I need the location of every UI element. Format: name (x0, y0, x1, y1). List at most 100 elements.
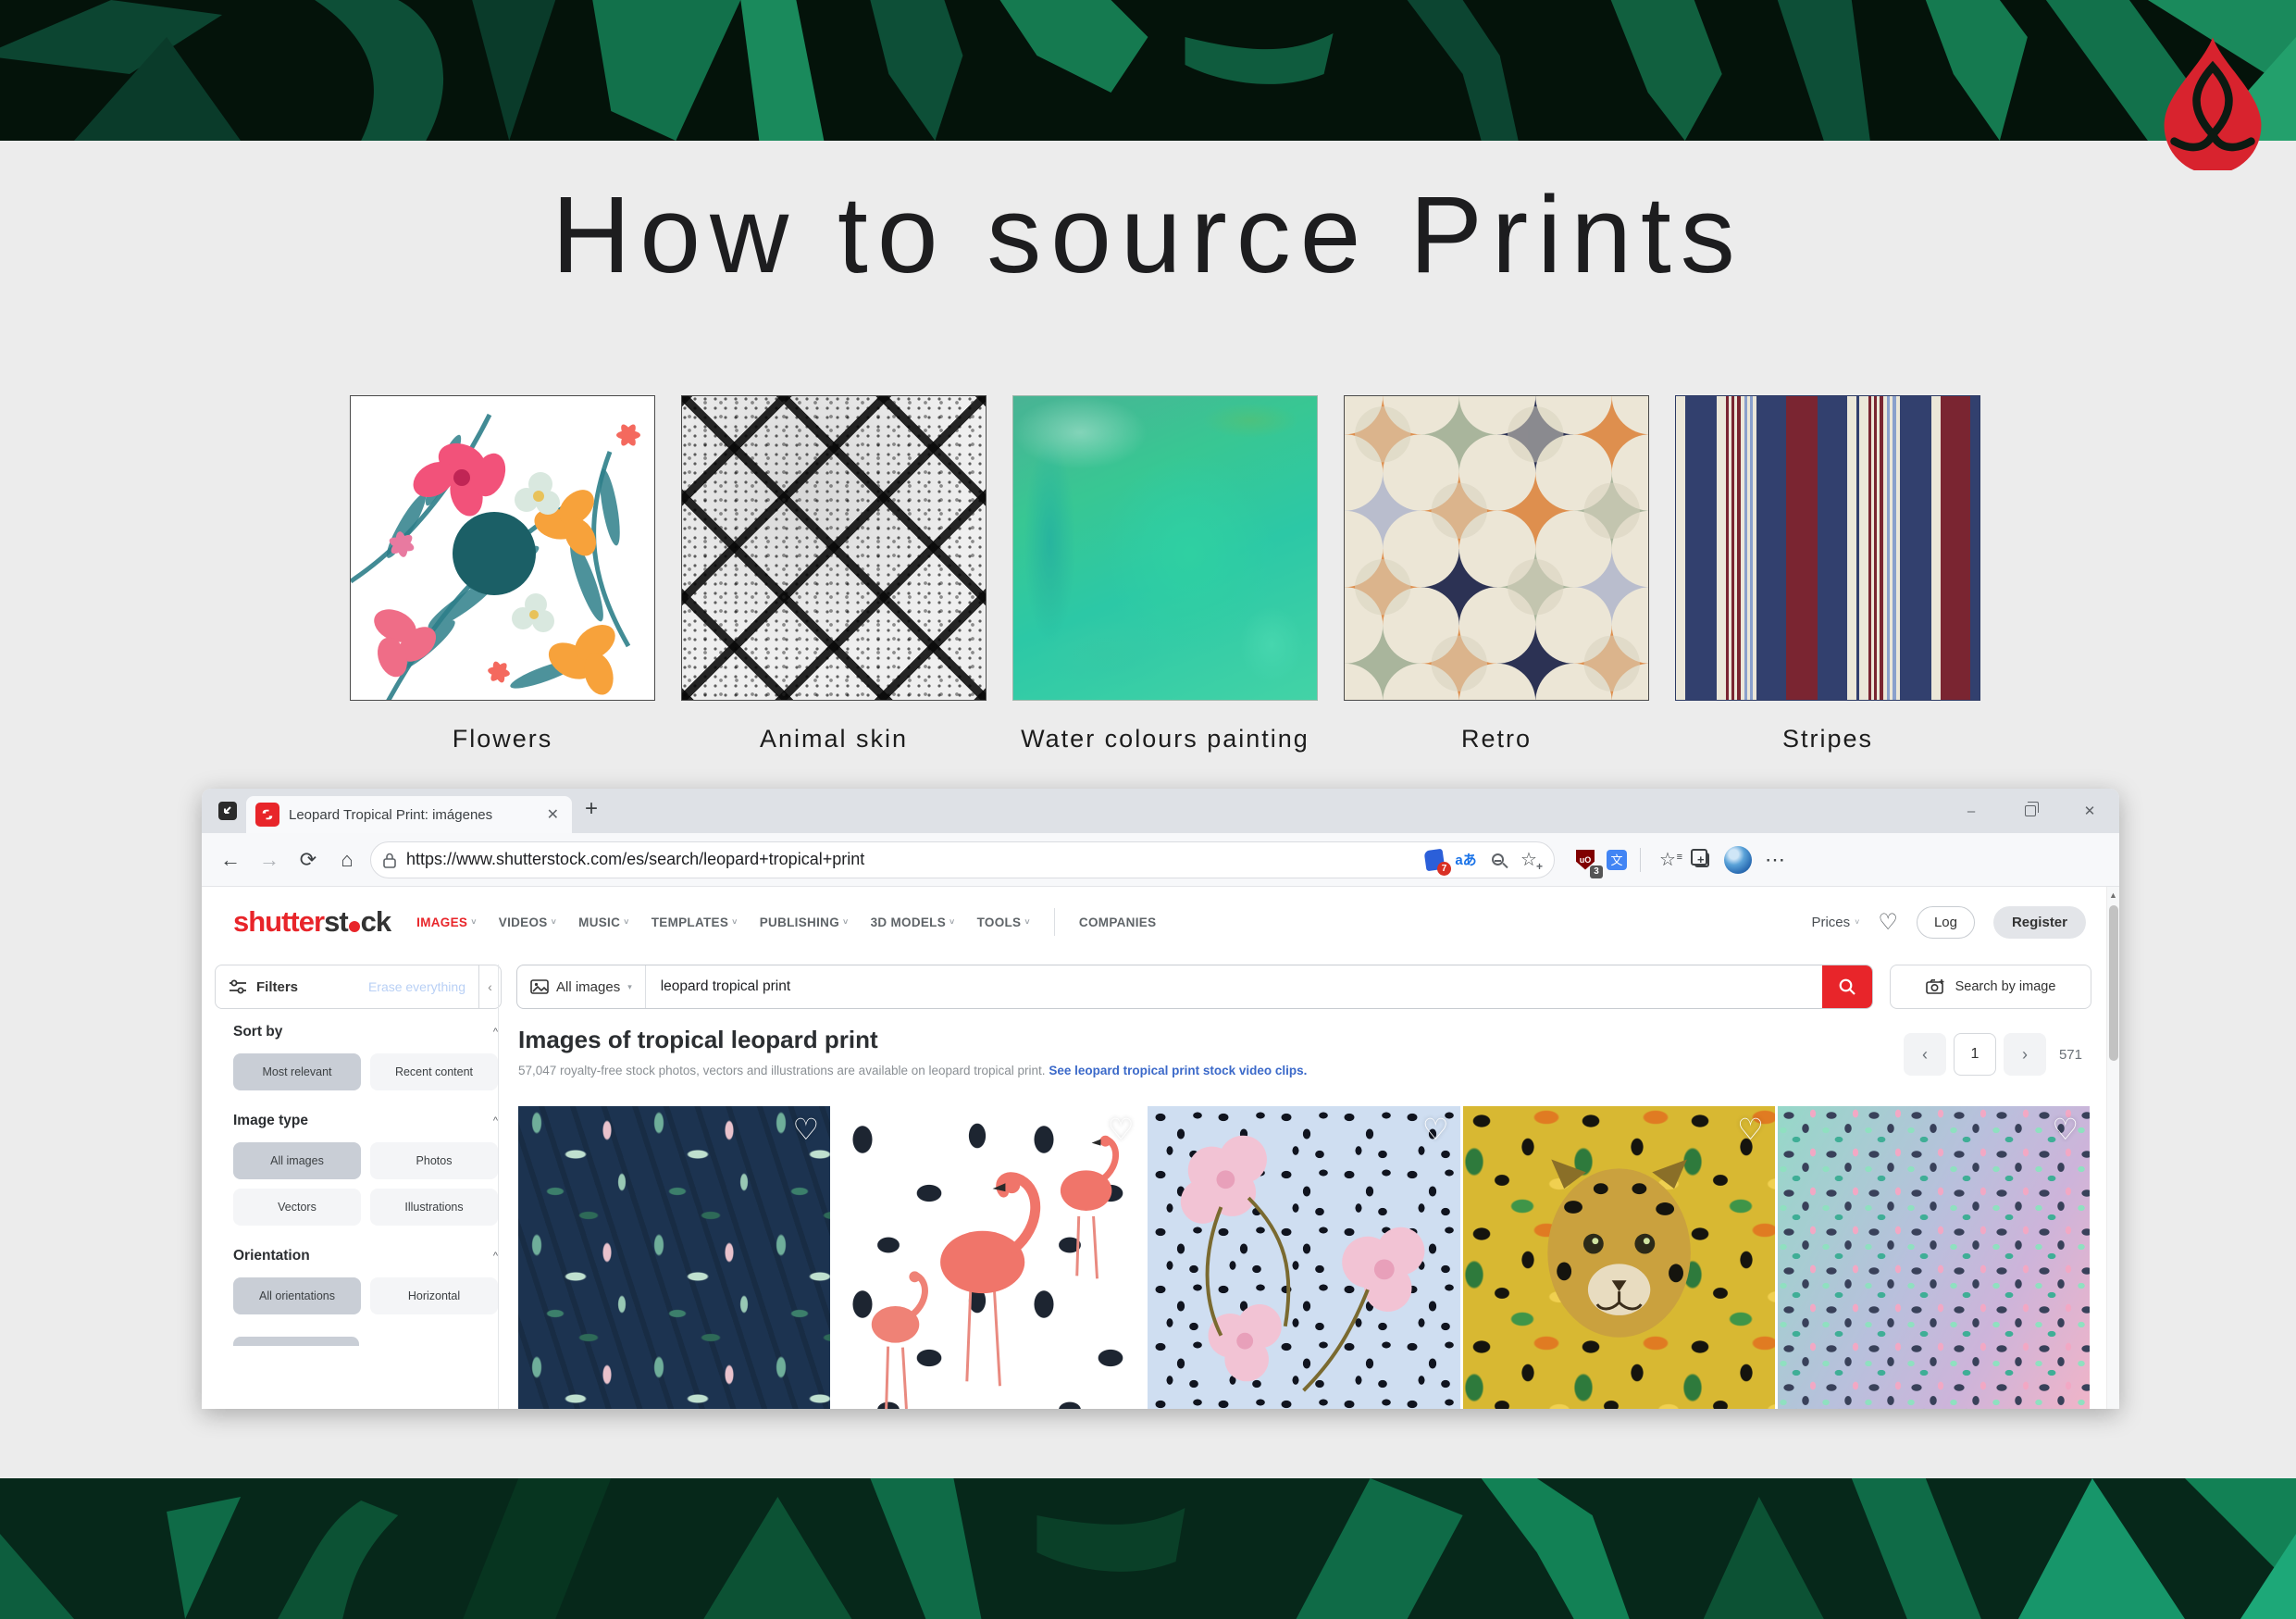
address-bar[interactable]: https://www.shutterstock.com/es/search/l… (370, 841, 1555, 878)
favorite-heart-icon[interactable]: ♡ (2052, 1112, 2079, 1147)
close-window-button[interactable]: ✕ (2060, 789, 2119, 833)
favorite-heart-icon[interactable]: ♡ (793, 1112, 820, 1147)
filters-panel[interactable]: Filters Erase everything (215, 965, 479, 1009)
result-image-tropical-leopard-dark[interactable]: ♡ (518, 1106, 830, 1409)
result-image-pastel-leopard[interactable]: ♡ (1778, 1106, 2090, 1409)
prices-label: Prices (1811, 915, 1850, 930)
nav-music[interactable]: MUSIC ˅ (578, 915, 629, 929)
image-type-title: Image type (233, 1113, 308, 1129)
nav-publishing-label: PUBLISHING (760, 915, 839, 929)
search-button[interactable] (1822, 965, 1872, 1008)
nav-companies[interactable]: COMPANIES (1079, 915, 1156, 929)
register-button[interactable]: Register (1993, 906, 2086, 939)
shutterstock-logo[interactable]: shutterstck (233, 905, 391, 939)
chevron-down-icon: ˅ (949, 917, 955, 927)
erase-everything-button[interactable]: Erase everything (368, 979, 465, 994)
search-by-image-button[interactable]: Search by image (1890, 965, 2091, 1009)
logo-red-part: shutter (233, 905, 324, 939)
video-clips-link[interactable]: See leopard tropical print stock video c… (1049, 1064, 1307, 1077)
watercolour-print-image (1012, 395, 1318, 701)
favorite-heart-icon[interactable]: ♡ (1108, 1112, 1135, 1147)
section-title[interactable]: Image type^ (233, 1113, 498, 1129)
sidebar-section-sort-by: Sort by^ Most relevant Recent content (233, 1024, 498, 1090)
nav-music-label: MUSIC (578, 915, 620, 929)
back-button[interactable]: ← (215, 844, 246, 876)
result-image-jaguar-face[interactable]: ♡ (1463, 1106, 1775, 1409)
browser-menu-button[interactable]: ⋯ (1765, 848, 1786, 872)
nav-videos[interactable]: VIDEOS˅ (499, 915, 556, 929)
minimize-button[interactable]: – (1942, 789, 2001, 833)
search-input[interactable]: leopard tropical print (646, 978, 1822, 995)
login-button[interactable]: Log (1917, 906, 1975, 939)
forward-button[interactable]: → (254, 844, 285, 876)
nav-images[interactable]: IMAGES˅ (416, 915, 477, 929)
page-scrollbar[interactable]: ▲ (2106, 887, 2119, 1409)
search-by-image-label: Search by image (1955, 979, 2056, 994)
search-category-dropdown[interactable]: All images ▾ (517, 965, 646, 1008)
result-image-floral-leopard[interactable]: ♡ (1148, 1106, 1459, 1409)
google-translate-icon: 文 (1607, 850, 1627, 870)
filter-all-images[interactable]: All images (233, 1142, 361, 1179)
nav-publishing[interactable]: PUBLISHING ˅ (760, 915, 849, 929)
filter-illustrations[interactable]: Illustrations (370, 1189, 498, 1226)
sidebar-divider (498, 965, 499, 1409)
filter-most-relevant[interactable]: Most relevant (233, 1053, 361, 1090)
scroll-up-arrow[interactable]: ▲ (2107, 887, 2119, 903)
browser-tab[interactable]: Leopard Tropical Print: imágenes ✕ (246, 796, 572, 833)
camera-plus-icon (1926, 978, 1946, 995)
chevron-down-icon: ˅ (843, 917, 849, 927)
header-right: Prices˅ ♡ Log Register (1811, 906, 2086, 939)
results-heading: Images of tropical leopard print (518, 1026, 1879, 1054)
collections-button[interactable]: + (1685, 846, 1713, 874)
current-page-input[interactable]: 1 (1954, 1033, 1996, 1076)
nav-templates-label: TEMPLATES (652, 915, 728, 929)
sample-label-flowers: Flowers (350, 725, 655, 753)
chevron-down-icon: ˅ (624, 917, 629, 927)
prev-page-button[interactable]: ‹ (1904, 1033, 1946, 1076)
results-count-text: 57,047 royalty-free stock photos, vector… (518, 1064, 1046, 1077)
tab-title: Leopard Tropical Print: imágenes (289, 807, 543, 823)
nav-tools[interactable]: TOOLS˅ (977, 915, 1030, 929)
profile-avatar[interactable] (1724, 846, 1752, 874)
nav-3d-models[interactable]: 3D MODELS˅ (871, 915, 955, 929)
favorites-lines-icon: ≡ (1677, 852, 1682, 863)
tab-close-icon[interactable]: ✕ (543, 805, 563, 824)
likes-heart-icon[interactable]: ♡ (1878, 909, 1898, 936)
new-tab-button[interactable]: + (585, 796, 598, 822)
add-favorite-button[interactable]: ☆ + (1515, 846, 1543, 874)
shutterstock-nav: IMAGES˅ VIDEOS˅ MUSIC˅ TEMPLATES˅ PUBLIS… (416, 908, 1156, 936)
nav-templates[interactable]: TEMPLATES˅ (652, 915, 738, 929)
google-translate-button[interactable]: 文 (1603, 846, 1631, 874)
translate-icon: aあ (1455, 850, 1476, 869)
favorites-button[interactable]: ☆ ≡ (1654, 846, 1682, 874)
section-title[interactable]: Orientation^ (233, 1248, 498, 1264)
next-page-button[interactable]: › (2004, 1033, 2046, 1076)
result-image-flamingos[interactable]: ♡ (833, 1106, 1145, 1409)
extension-badge: 7 (1437, 862, 1451, 876)
password-extension-button[interactable]: 7 (1421, 846, 1448, 874)
tab-actions-button[interactable] (213, 796, 242, 826)
section-title[interactable]: Sort by^ (233, 1024, 498, 1040)
filter-all-orientations[interactable]: All orientations (233, 1277, 361, 1314)
prices-dropdown[interactable]: Prices˅ (1811, 915, 1859, 930)
collections-icon: + (1694, 853, 1709, 867)
translate-button[interactable]: aあ (1452, 846, 1480, 874)
filter-recent-content[interactable]: Recent content (370, 1053, 498, 1090)
ublock-button[interactable]: uO 3 (1571, 846, 1599, 874)
restore-button[interactable] (2001, 789, 2060, 833)
retro-pattern (1345, 396, 1649, 701)
search-bar[interactable]: All images ▾ leopard tropical print (516, 965, 1873, 1009)
flowers-pattern (351, 396, 655, 701)
refresh-button[interactable]: ⟳ (292, 844, 324, 876)
sample-watercolour: Water colours painting (1012, 395, 1318, 753)
home-button[interactable]: ⌂ (331, 844, 363, 876)
favorite-heart-icon[interactable]: ♡ (1737, 1112, 1764, 1147)
filter-vectors[interactable]: Vectors (233, 1189, 361, 1226)
scrollbar-thumb[interactable] (2109, 905, 2118, 1061)
collections-plus-icon: + (1697, 853, 1705, 866)
cropped-filter-button (233, 1337, 359, 1346)
filter-horizontal[interactable]: Horizontal (370, 1277, 498, 1314)
zoom-button[interactable] (1483, 846, 1511, 874)
filter-photos[interactable]: Photos (370, 1142, 498, 1179)
favorite-heart-icon[interactable]: ♡ (1422, 1112, 1449, 1147)
